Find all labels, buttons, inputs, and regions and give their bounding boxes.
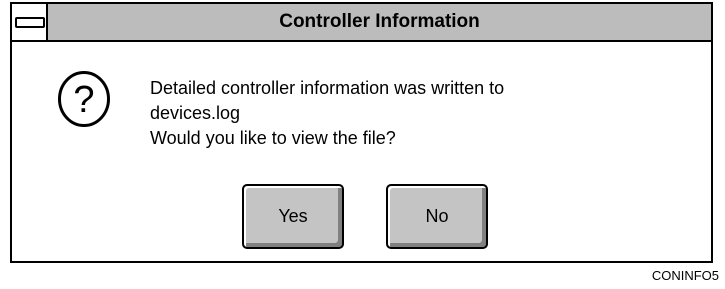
message-line: Detailed controller information was writ…: [150, 78, 505, 98]
title-bar: Controller Information: [12, 4, 711, 42]
figure-label: CONINFO5: [651, 268, 719, 283]
svg-text:?: ?: [73, 79, 94, 121]
message-line: devices.log: [150, 103, 241, 123]
dialog-title: Controller Information: [279, 11, 480, 32]
question-mark-icon: ?: [58, 71, 110, 127]
message-line: Would you like to view the file?: [150, 128, 396, 148]
no-button[interactable]: No: [386, 184, 488, 249]
yes-button[interactable]: Yes: [242, 184, 344, 249]
system-menu-icon: [15, 17, 45, 28]
dialog-message: Detailed controller information was writ…: [150, 76, 504, 151]
controller-information-dialog: Controller Information ? Detailed contro…: [10, 2, 713, 263]
system-menu-button[interactable]: [12, 4, 48, 40]
